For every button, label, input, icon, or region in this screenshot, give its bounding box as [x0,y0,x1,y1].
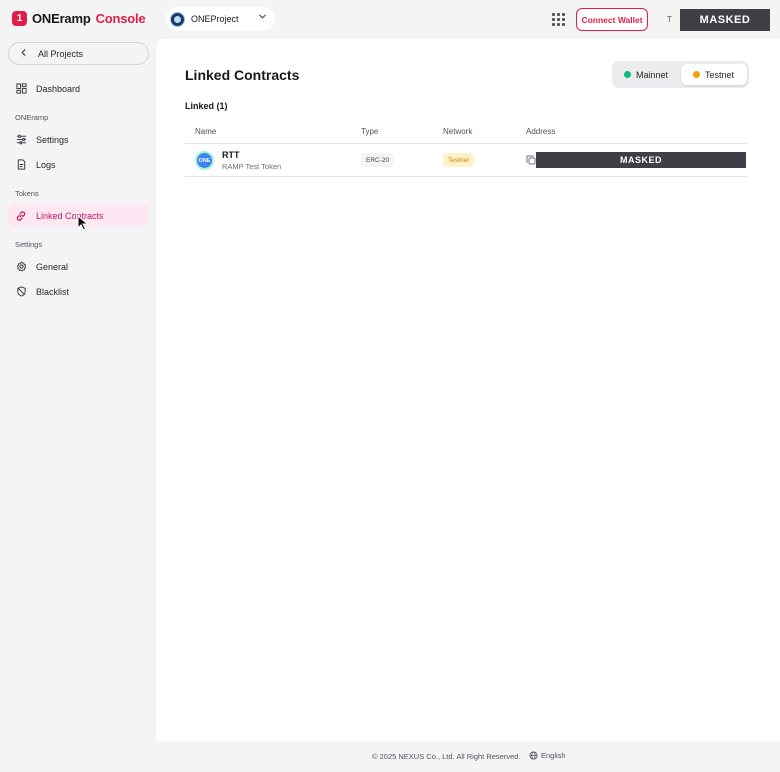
user-account-masked[interactable]: MASKED [680,9,770,31]
testnet-dot-icon [693,71,700,78]
language-selector[interactable]: English [529,751,566,760]
sidebar-item-logs[interactable]: Logs [8,153,149,176]
section-label-oneramp: ONEramp [15,113,49,122]
all-projects-label: All Projects [38,48,84,59]
column-header-address: Address [526,127,556,136]
project-avatar [170,11,185,27]
column-header-name: Name [195,127,217,136]
app-logo[interactable]: 1 ONEramp Console [12,11,146,26]
sidebar-item-label: Settings [36,134,69,145]
all-projects-button[interactable]: All Projects [8,42,149,65]
page-title: Linked Contracts [185,67,300,83]
copyright-text: © 2025 NEXUS Co., Ltd. All Right Reserve… [372,752,521,761]
mainnet-dot-icon [624,71,631,78]
shield-off-icon [15,286,27,298]
testnet-label: Testnet [705,69,735,80]
footer: © 2025 NEXUS Co., Ltd. All Right Reserve… [0,751,780,763]
sidebar-item-label: Dashboard [36,83,81,94]
mouse-cursor-icon [77,215,89,231]
gear-icon [15,261,27,273]
network-badge: Testnet [443,153,474,167]
linked-contracts-table: Name Type Network Address ONE RTT RAMP T… [185,123,748,177]
top-header: 1 ONEramp Console ONEProject Connect Wal… [0,0,780,39]
apps-grid-icon[interactable] [552,13,565,26]
testnet-option[interactable]: Testnet [681,64,747,85]
sliders-icon [15,134,27,146]
sidebar-item-label: Blacklist [36,286,70,297]
main-panel: Linked Contracts Mainnet Testnet Linked … [156,39,780,741]
user-avatar[interactable]: T [659,9,680,30]
linked-count-heading: Linked (1) [185,101,228,111]
chevron-down-icon [258,12,267,23]
logo-accent-text: Console [95,11,146,26]
type-badge: ERC-20 [361,153,395,167]
project-selector[interactable]: ONEProject [166,7,275,31]
mainnet-option[interactable]: Mainnet [624,64,668,85]
language-label: English [541,751,566,760]
section-label-settings: Settings [15,240,43,249]
network-toggle: Mainnet Testnet [612,61,749,88]
mainnet-label: Mainnet [636,69,669,80]
column-header-type: Type [361,127,379,136]
contract-address-masked[interactable]: MASKED [536,152,746,168]
token-symbol: RTT [222,150,240,160]
document-icon [15,159,27,171]
project-name: ONEProject [191,14,239,24]
connect-wallet-button[interactable]: Connect Wallet [576,8,648,31]
sidebar: All Projects Dashboard ONEramp Settings … [0,39,156,739]
sidebar-item-general[interactable]: General [8,255,149,278]
table-row[interactable]: ONE RTT RAMP Test Token ERC-20 Testnet M… [185,144,748,177]
sidebar-item-label: Linked Contracts [36,210,104,221]
sidebar-item-settings[interactable]: Settings [8,128,149,151]
column-header-network: Network [443,127,473,136]
logo-text: ONEramp [32,11,91,26]
sidebar-item-label: Logs [36,159,56,170]
logo-badge: 1 [12,11,27,26]
globe-icon [529,751,538,760]
table-header: Name Type Network Address [185,123,748,144]
dashboard-icon [15,83,27,95]
sidebar-item-label: General [36,261,69,272]
chevron-left-icon [19,48,28,60]
section-label-tokens: Tokens [15,189,39,198]
sidebar-item-dashboard[interactable]: Dashboard [8,77,149,100]
copy-icon[interactable] [526,155,536,165]
token-icon: ONE [195,151,214,170]
token-name: RAMP Test Token [222,162,282,171]
link-icon [15,210,27,222]
sidebar-item-blacklist[interactable]: Blacklist [8,280,149,303]
